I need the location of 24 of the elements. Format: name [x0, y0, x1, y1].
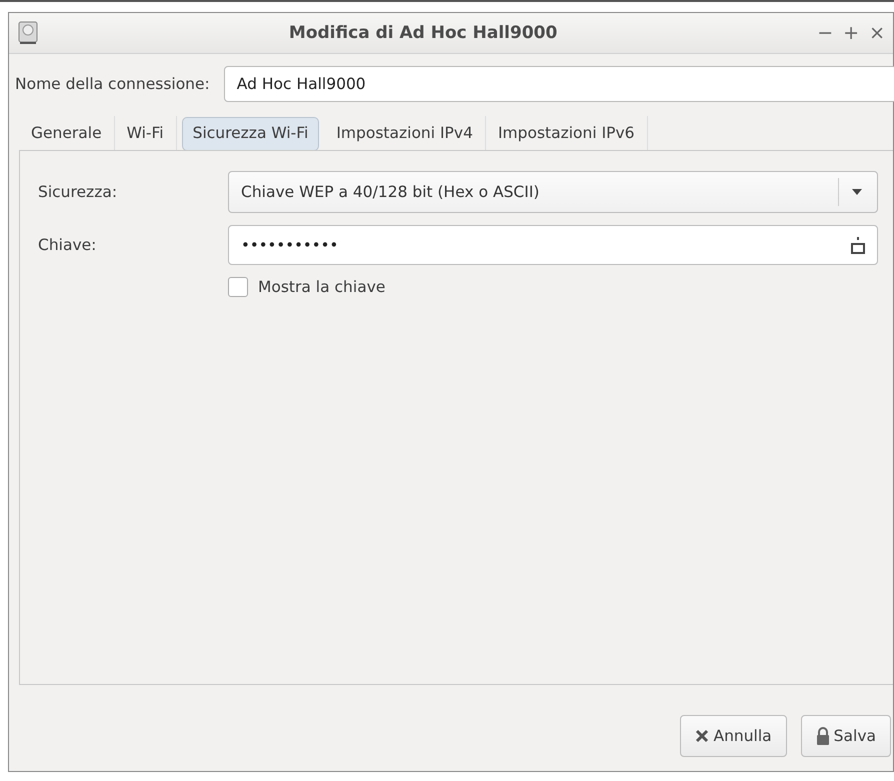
eject-icon	[851, 236, 865, 254]
window-control[interactable]: −	[817, 22, 834, 44]
drive-icon	[17, 21, 39, 45]
window-title: Modifica di Ad Hoc Hall9000	[288, 23, 558, 43]
window-control[interactable]: +	[843, 22, 860, 44]
field-label: Sicurezza:	[38, 183, 118, 201]
tab[interactable]: Impostazioni IPv4	[324, 116, 486, 150]
field-label: Nome della connessione:	[15, 75, 210, 93]
close-icon	[695, 729, 710, 743]
cancel-button[interactable]: Annulla	[680, 715, 787, 757]
checkbox[interactable]	[228, 277, 248, 297]
padlock-icon	[816, 727, 830, 745]
tab[interactable]: Impostazioni IPv6	[486, 116, 648, 150]
save-button[interactable]: Salva	[800, 715, 891, 757]
input-field[interactable]: Ad Hoc Hall9000	[224, 66, 894, 102]
checkbox-label: Mostra la chiave	[258, 278, 386, 296]
password-field[interactable]: •••••••••••	[228, 225, 878, 265]
field-label: Chiave:	[38, 236, 98, 254]
tab[interactable]: Wi-Fi	[114, 116, 177, 150]
tab[interactable]: Sicurezza Wi-Fi	[182, 118, 318, 150]
tab[interactable]: Generale	[19, 116, 115, 150]
caret-icon	[851, 188, 863, 196]
window-control[interactable]: ×	[869, 22, 885, 44]
dropdown[interactable]: Chiave WEP a 40/128 bit (Hex o ASCII)	[228, 171, 878, 213]
